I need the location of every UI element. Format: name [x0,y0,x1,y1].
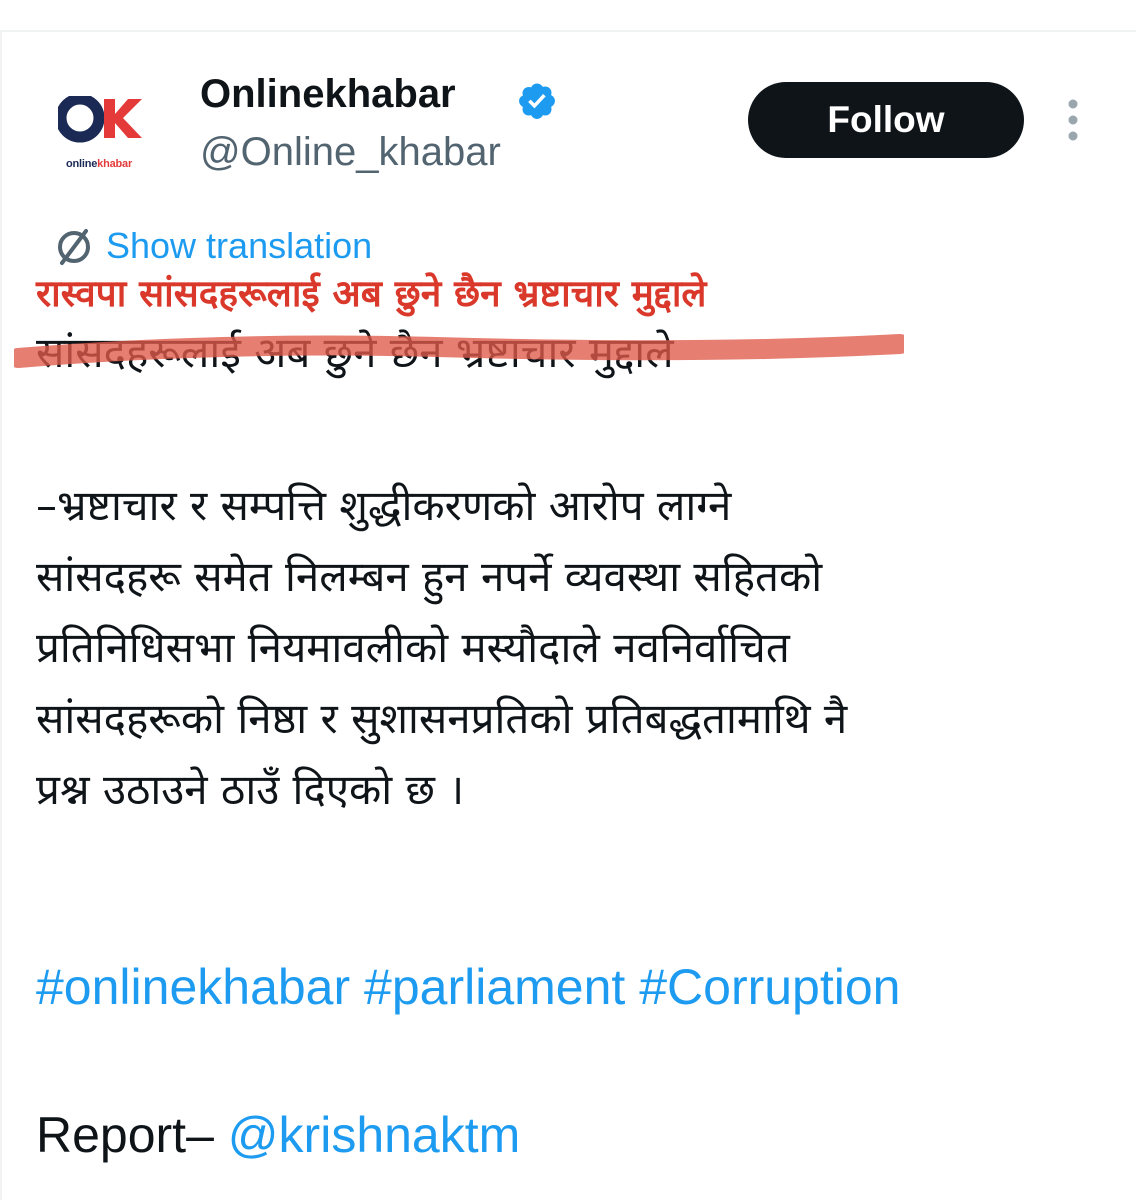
avatar-brand-text: onlinekhabar [65,158,133,170]
translate-globe-icon [58,229,90,265]
tweet-heading: सांसदहरूलाई अब छुने छैन भ्रष्टाचार मुद्द… [36,328,674,377]
tweet-body-line: प्रतिनिधिसभा नियमावलीको मस्यौदाले नवनिर्… [36,623,790,672]
tweet-body-line: प्रश्न उठाउने ठाउँ दिएको छ । [36,765,465,814]
avatar[interactable]: onlinekhabar [38,66,160,188]
display-name[interactable]: Onlinekhabar [200,72,456,117]
tweet-body-line: सांसदहरूको निष्ठा र सुशासनप्रतिको प्रतिब… [36,694,848,743]
report-mention-link[interactable]: @krishnaktm [228,1107,520,1163]
show-translation-link[interactable]: Show translation [52,224,372,268]
report-credit: Report– @krishnaktm [36,1106,520,1164]
hashtag-onlinekhabar[interactable]: #onlinekhabar [36,959,350,1015]
top-divider [0,30,1136,32]
tweet-body-line: –भ्रष्टाचार र सम्पत्ति शुद्धीकरणको आरोप … [36,481,732,530]
report-prefix: Report– [36,1107,214,1163]
tweet-body-line: सांसदहरू समेत निलम्बन हुन नपर्ने व्यवस्थ… [36,552,823,601]
onlinekhabar-logo-icon [58,96,142,143]
show-translation-label: Show translation [106,225,373,266]
left-border [0,30,2,1200]
follow-button[interactable]: Follow [748,82,1024,158]
tweet-overlay-annotation: रास्वपा सांसदहरूलाई अब छुने छैन भ्रष्टाच… [36,272,707,315]
hashtag-parliament[interactable]: #parliament [364,959,625,1015]
hashtag-list: #onlinekhabar #parliament #Corruption [36,958,900,1016]
more-options-icon[interactable] [1062,98,1084,142]
verified-badge-icon [519,83,555,119]
user-handle[interactable]: @Online_khabar [200,130,501,175]
tweet-body: –भ्रष्टाचार र सम्पत्ति शुद्धीकरणको आरोप … [36,470,1116,825]
hashtag-corruption[interactable]: #Corruption [639,959,900,1015]
